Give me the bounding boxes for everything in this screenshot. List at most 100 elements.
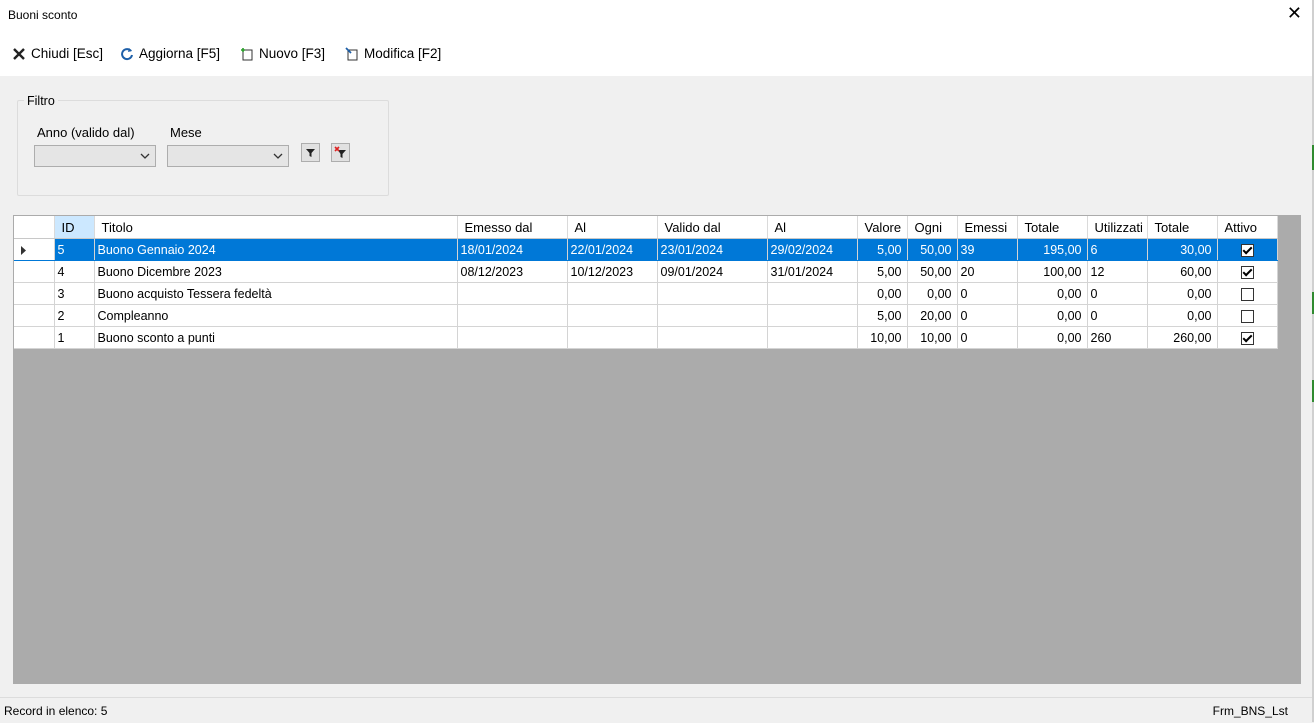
active-checkbox[interactable]: [1240, 243, 1254, 257]
cell-valido-dal[interactable]: 23/01/2024: [657, 238, 768, 261]
column-header-ogni[interactable]: Ogni: [907, 216, 958, 239]
cell-valido-dal[interactable]: [657, 304, 768, 327]
cell-id[interactable]: 5: [54, 238, 95, 261]
cell-titolo[interactable]: Buono Gennaio 2024: [94, 238, 458, 261]
cell-emessi[interactable]: 0: [957, 282, 1018, 305]
cell-valido-al[interactable]: [767, 282, 858, 305]
column-header-valido-al[interactable]: Al: [767, 216, 858, 239]
cell-titolo[interactable]: Buono sconto a punti: [94, 326, 458, 349]
cell-titolo[interactable]: Buono Dicembre 2023: [94, 260, 458, 283]
cell-id[interactable]: 2: [54, 304, 95, 327]
cell-emessi[interactable]: 0: [957, 304, 1018, 327]
active-checkbox[interactable]: [1240, 309, 1254, 323]
cell-utilizzati[interactable]: 260: [1087, 326, 1148, 349]
cell-ogni[interactable]: 0,00: [907, 282, 958, 305]
cell-attivo[interactable]: [1217, 282, 1278, 305]
table-row[interactable]: 4 Buono Dicembre 2023 08/12/2023 10/12/2023…: [14, 260, 1278, 283]
cell-utilizzati[interactable]: 12: [1087, 260, 1148, 283]
cell-valido-al[interactable]: [767, 304, 858, 327]
cell-attivo[interactable]: [1217, 304, 1278, 327]
month-select[interactable]: [167, 145, 289, 167]
row-header[interactable]: [14, 282, 55, 305]
cell-totale-utilizzati[interactable]: 260,00: [1147, 326, 1218, 349]
cell-emesso-dal[interactable]: 08/12/2023: [457, 260, 568, 283]
table-row[interactable]: 5 Buono Gennaio 2024 18/01/2024 22/01/2024 2…: [14, 238, 1278, 261]
close-button[interactable]: Chiudi [Esc]: [12, 45, 103, 63]
edit-button[interactable]: Modifica [F2]: [345, 45, 441, 63]
cell-utilizzati[interactable]: 0: [1087, 282, 1148, 305]
cell-totale-utilizzati[interactable]: 0,00: [1147, 304, 1218, 327]
row-header[interactable]: [14, 260, 55, 283]
apply-filter-button[interactable]: [301, 143, 320, 162]
cell-totale-emessi[interactable]: 0,00: [1017, 282, 1088, 305]
cell-attivo[interactable]: [1217, 260, 1278, 283]
table-row[interactable]: 1 Buono sconto a punti 10,00 10,00 0 0,00 260 2…: [14, 326, 1278, 349]
cell-al[interactable]: 22/01/2024: [567, 238, 658, 261]
cell-totale-emessi[interactable]: 0,00: [1017, 326, 1088, 349]
cell-attivo[interactable]: [1217, 326, 1278, 349]
cell-ogni[interactable]: 10,00: [907, 326, 958, 349]
table-row[interactable]: 3 Buono acquisto Tessera fedeltà 0,00 0,00 0…: [14, 282, 1278, 305]
cell-al[interactable]: [567, 326, 658, 349]
cell-valore[interactable]: 5,00: [857, 238, 908, 261]
cell-titolo[interactable]: Buono acquisto Tessera fedeltà: [94, 282, 458, 305]
cell-valido-al[interactable]: 31/01/2024: [767, 260, 858, 283]
cell-totale-utilizzati[interactable]: 60,00: [1147, 260, 1218, 283]
cell-al[interactable]: [567, 304, 658, 327]
row-header[interactable]: [14, 326, 55, 349]
cell-attivo[interactable]: [1217, 238, 1278, 261]
column-header-id[interactable]: ID: [54, 216, 95, 239]
row-header[interactable]: [14, 238, 55, 261]
cell-valido-al[interactable]: [767, 326, 858, 349]
table-row[interactable]: 2 Compleanno 5,00 20,00 0 0,00 0 0,00: [14, 304, 1278, 327]
column-header-emesso-dal[interactable]: Emesso dal: [457, 216, 568, 239]
cell-id[interactable]: 1: [54, 326, 95, 349]
cell-valore[interactable]: 5,00: [857, 304, 908, 327]
cell-totale-utilizzati[interactable]: 0,00: [1147, 282, 1218, 305]
cell-totale-utilizzati[interactable]: 30,00: [1147, 238, 1218, 261]
cell-totale-emessi[interactable]: 0,00: [1017, 304, 1088, 327]
active-checkbox[interactable]: [1240, 265, 1254, 279]
window-close-icon[interactable]: ✕: [1287, 4, 1302, 22]
cell-al[interactable]: 10/12/2023: [567, 260, 658, 283]
cell-totale-emessi[interactable]: 100,00: [1017, 260, 1088, 283]
cell-valido-dal[interactable]: [657, 326, 768, 349]
new-button[interactable]: Nuovo [F3]: [240, 45, 325, 63]
column-header-valido-dal[interactable]: Valido dal: [657, 216, 768, 239]
column-header-al[interactable]: Al: [567, 216, 658, 239]
cell-valido-dal[interactable]: 09/01/2024: [657, 260, 768, 283]
cell-valido-dal[interactable]: [657, 282, 768, 305]
cell-valore[interactable]: 0,00: [857, 282, 908, 305]
cell-emesso-dal[interactable]: [457, 282, 568, 305]
year-select[interactable]: [34, 145, 156, 167]
cell-ogni[interactable]: 50,00: [907, 238, 958, 261]
cell-emessi[interactable]: 20: [957, 260, 1018, 283]
cell-emesso-dal[interactable]: [457, 304, 568, 327]
active-checkbox[interactable]: [1240, 331, 1254, 345]
cell-utilizzati[interactable]: 6: [1087, 238, 1148, 261]
column-header-titolo[interactable]: Titolo: [94, 216, 458, 239]
column-header-totale-emessi[interactable]: Totale: [1017, 216, 1088, 239]
column-header-emessi[interactable]: Emessi: [957, 216, 1018, 239]
cell-emesso-dal[interactable]: [457, 326, 568, 349]
refresh-button[interactable]: Aggiorna [F5]: [120, 45, 220, 63]
cell-id[interactable]: 3: [54, 282, 95, 305]
row-header[interactable]: [14, 304, 55, 327]
clear-filter-button[interactable]: [331, 143, 350, 162]
column-header-attivo[interactable]: Attivo: [1217, 216, 1278, 239]
cell-utilizzati[interactable]: 0: [1087, 304, 1148, 327]
cell-totale-emessi[interactable]: 195,00: [1017, 238, 1088, 261]
cell-id[interactable]: 4: [54, 260, 95, 283]
cell-valido-al[interactable]: 29/02/2024: [767, 238, 858, 261]
cell-emessi[interactable]: 0: [957, 326, 1018, 349]
active-checkbox[interactable]: [1240, 287, 1254, 301]
cell-ogni[interactable]: 20,00: [907, 304, 958, 327]
column-header-utilizzati[interactable]: Utilizzati: [1087, 216, 1148, 239]
cell-emessi[interactable]: 39: [957, 238, 1018, 261]
cell-valore[interactable]: 10,00: [857, 326, 908, 349]
column-header-totale-utilizzati[interactable]: Totale: [1147, 216, 1218, 239]
cell-titolo[interactable]: Compleanno: [94, 304, 458, 327]
cell-ogni[interactable]: 50,00: [907, 260, 958, 283]
cell-al[interactable]: [567, 282, 658, 305]
cell-valore[interactable]: 5,00: [857, 260, 908, 283]
